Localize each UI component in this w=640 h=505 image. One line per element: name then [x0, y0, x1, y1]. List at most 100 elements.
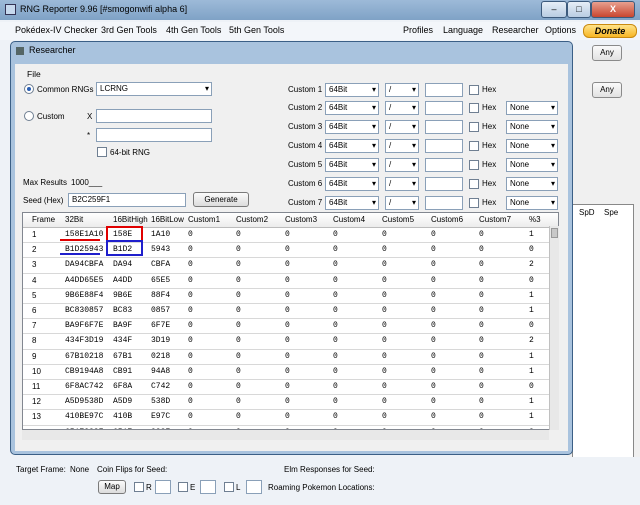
custom-1-value-input[interactable]: [425, 83, 463, 97]
table-row[interactable]: 1 158E1A10 158E 1A10 0 0 0 0 0 0 0 1: [23, 228, 558, 244]
custom-1-operator-select[interactable]: /: [385, 83, 419, 97]
custom-5-type-select[interactable]: 64Bit: [325, 158, 379, 172]
maximize-button[interactable]: □: [567, 1, 591, 18]
bit64-checkbox[interactable]: [97, 147, 107, 157]
scroll-thumb[interactable]: [551, 228, 558, 238]
custom-7-type-select[interactable]: 64Bit: [325, 196, 379, 210]
custom-3-operator-select[interactable]: /: [385, 120, 419, 134]
custom-7-relation-select[interactable]: None: [506, 196, 558, 210]
custom-2-relation-select[interactable]: None: [506, 101, 558, 115]
custom-6-value-input[interactable]: [425, 177, 463, 191]
menu-options[interactable]: Options: [545, 25, 576, 35]
grid-horizontal-scrollbar[interactable]: [22, 430, 549, 440]
custom-6-type-select[interactable]: 64Bit: [325, 177, 379, 191]
results-grid[interactable]: Frame 32Bit 16BitHigh 16BitLow Custom1 Custom…: [22, 212, 559, 430]
col-header-5[interactable]: Custom2: [236, 215, 268, 224]
custom-3-relation-select[interactable]: None: [506, 120, 558, 134]
custom-4-hex-checkbox[interactable]: [469, 141, 479, 151]
file-menu[interactable]: File: [27, 69, 41, 79]
table-cell: 0: [188, 366, 193, 376]
custom-3-hex-checkbox[interactable]: [469, 122, 479, 132]
custom-3-value-input[interactable]: [425, 120, 463, 134]
app-title: RNG Reporter 9.96 [#smogonwifi alpha 6]: [20, 4, 188, 14]
main-title-bar[interactable]: RNG Reporter 9.96 [#smogonwifi alpha 6] …: [0, 0, 640, 20]
l-input[interactable]: [246, 480, 262, 494]
custom-6-hex-checkbox[interactable]: [469, 179, 479, 189]
donate-button[interactable]: Donate: [583, 24, 637, 38]
menu-researcher[interactable]: Researcher: [492, 25, 539, 35]
custom-4-operator-select[interactable]: /: [385, 139, 419, 153]
generate-button[interactable]: Generate: [193, 192, 249, 207]
r-input[interactable]: [155, 480, 171, 494]
e-checkbox[interactable]: [178, 482, 188, 492]
custom-1-hex-checkbox[interactable]: [469, 85, 479, 95]
custom-5-value-input[interactable]: [425, 158, 463, 172]
e-input[interactable]: [200, 480, 216, 494]
custom-1-type-select[interactable]: 64Bit: [325, 83, 379, 97]
menu-3rd-gen-tools[interactable]: 3rd Gen Tools: [101, 25, 157, 35]
multiplier-input[interactable]: [96, 128, 212, 142]
col-header-1[interactable]: 32Bit: [65, 215, 83, 224]
table-row[interactable]: 2 B1D25943 B1D2 5943 0 0 0 0 0 0 0 0: [23, 243, 558, 259]
r-checkbox[interactable]: [134, 482, 144, 492]
custom-5-operator-select[interactable]: /: [385, 158, 419, 172]
col-header-0[interactable]: Frame: [32, 215, 55, 224]
l-checkbox[interactable]: [224, 482, 234, 492]
max-results-input[interactable]: 1000___: [71, 178, 102, 187]
target-frame-label: Target Frame:: [16, 465, 66, 474]
col-header-7[interactable]: Custom4: [333, 215, 365, 224]
menu-4th-gen-tools[interactable]: 4th Gen Tools: [166, 25, 221, 35]
table-row[interactable]: 9 67B10218 67B1 0218 0 0 0 0 0 0 0 1: [23, 350, 558, 365]
table-cell: 5: [32, 290, 37, 300]
common-rngs-select[interactable]: LCRNG: [96, 82, 212, 96]
custom-3-type-select[interactable]: 64Bit: [325, 120, 379, 134]
custom-2-value-input[interactable]: [425, 101, 463, 115]
custom-2-type-select[interactable]: 64Bit: [325, 101, 379, 115]
seed-input[interactable]: B2C259F1: [68, 193, 186, 207]
col-header-9[interactable]: Custom6: [431, 215, 463, 224]
custom-7-value-input[interactable]: [425, 196, 463, 210]
col-header-10[interactable]: Custom7: [479, 215, 511, 224]
table-row[interactable]: 10 CB9194A8 CB91 94A8 0 0 0 0 0 0 0 1: [23, 365, 558, 380]
custom-radio[interactable]: [24, 111, 34, 121]
map-button[interactable]: Map: [98, 480, 126, 494]
table-row[interactable]: 7 BA9F6F7E BA9F 6F7E 0 0 0 0 0 0 0 0: [23, 319, 558, 335]
col-header-3[interactable]: 16BitLow: [151, 215, 184, 224]
col-header-11[interactable]: %3: [529, 215, 541, 224]
custom-5-relation-select[interactable]: None: [506, 158, 558, 172]
custom-4-value-input[interactable]: [425, 139, 463, 153]
x-input[interactable]: [96, 109, 212, 123]
grid-vertical-scrollbar[interactable]: [549, 226, 559, 430]
table-row[interactable]: 11 6F8AC742 6F8A C742 0 0 0 0 0 0 0 0: [23, 380, 558, 396]
custom-7-operator-select[interactable]: /: [385, 196, 419, 210]
any-button-2[interactable]: Any: [592, 82, 622, 98]
table-row[interactable]: 3 DA94CBFA DA94 CBFA 0 0 0 0 0 0 0 2: [23, 258, 558, 274]
custom-2-operator-select[interactable]: /: [385, 101, 419, 115]
close-button[interactable]: X: [591, 1, 635, 18]
common-rngs-radio[interactable]: [24, 84, 34, 94]
col-header-4[interactable]: Custom1: [188, 215, 220, 224]
menu-5th-gen-tools[interactable]: 5th Gen Tools: [229, 25, 284, 35]
table-row[interactable]: 12 A5D9538D A5D9 538D 0 0 0 0 0 0 0 1: [23, 395, 558, 411]
col-header-8[interactable]: Custom5: [382, 215, 414, 224]
custom-6-operator-select[interactable]: /: [385, 177, 419, 191]
seed-label: Seed (Hex): [23, 196, 64, 205]
table-row[interactable]: 8 434F3D19 434F 3D19 0 0 0 0 0 0 0 2: [23, 334, 558, 350]
custom-7-hex-checkbox[interactable]: [469, 198, 479, 208]
custom-5-hex-checkbox[interactable]: [469, 160, 479, 170]
table-row[interactable]: 6 BC830857 BC83 0857 0 0 0 0 0 0 0 1: [23, 304, 558, 320]
custom-2-hex-checkbox[interactable]: [469, 103, 479, 113]
table-row[interactable]: 13 410BE97C 410B E97C 0 0 0 0 0 0 0 1: [23, 410, 558, 426]
table-row[interactable]: 5 9B6E88F4 9B6E 88F4 0 0 0 0 0 0 0 1: [23, 289, 558, 304]
col-header-2[interactable]: 16BitHigh: [113, 215, 148, 224]
custom-6-relation-select[interactable]: None: [506, 177, 558, 191]
col-header-6[interactable]: Custom3: [285, 215, 317, 224]
menu-profiles[interactable]: Profiles: [403, 25, 433, 35]
menu-pokedex-iv-checker[interactable]: Pokédex-IV Checker: [15, 25, 98, 35]
minimize-button[interactable]: –: [541, 1, 567, 18]
menu-language[interactable]: Language: [443, 25, 483, 35]
any-button-1[interactable]: Any: [592, 45, 622, 61]
custom-4-type-select[interactable]: 64Bit: [325, 139, 379, 153]
custom-4-relation-select[interactable]: None: [506, 139, 558, 153]
table-row[interactable]: 4 A4DD65E5 A4DD 65E5 0 0 0 0 0 0 0 0: [23, 274, 558, 289]
